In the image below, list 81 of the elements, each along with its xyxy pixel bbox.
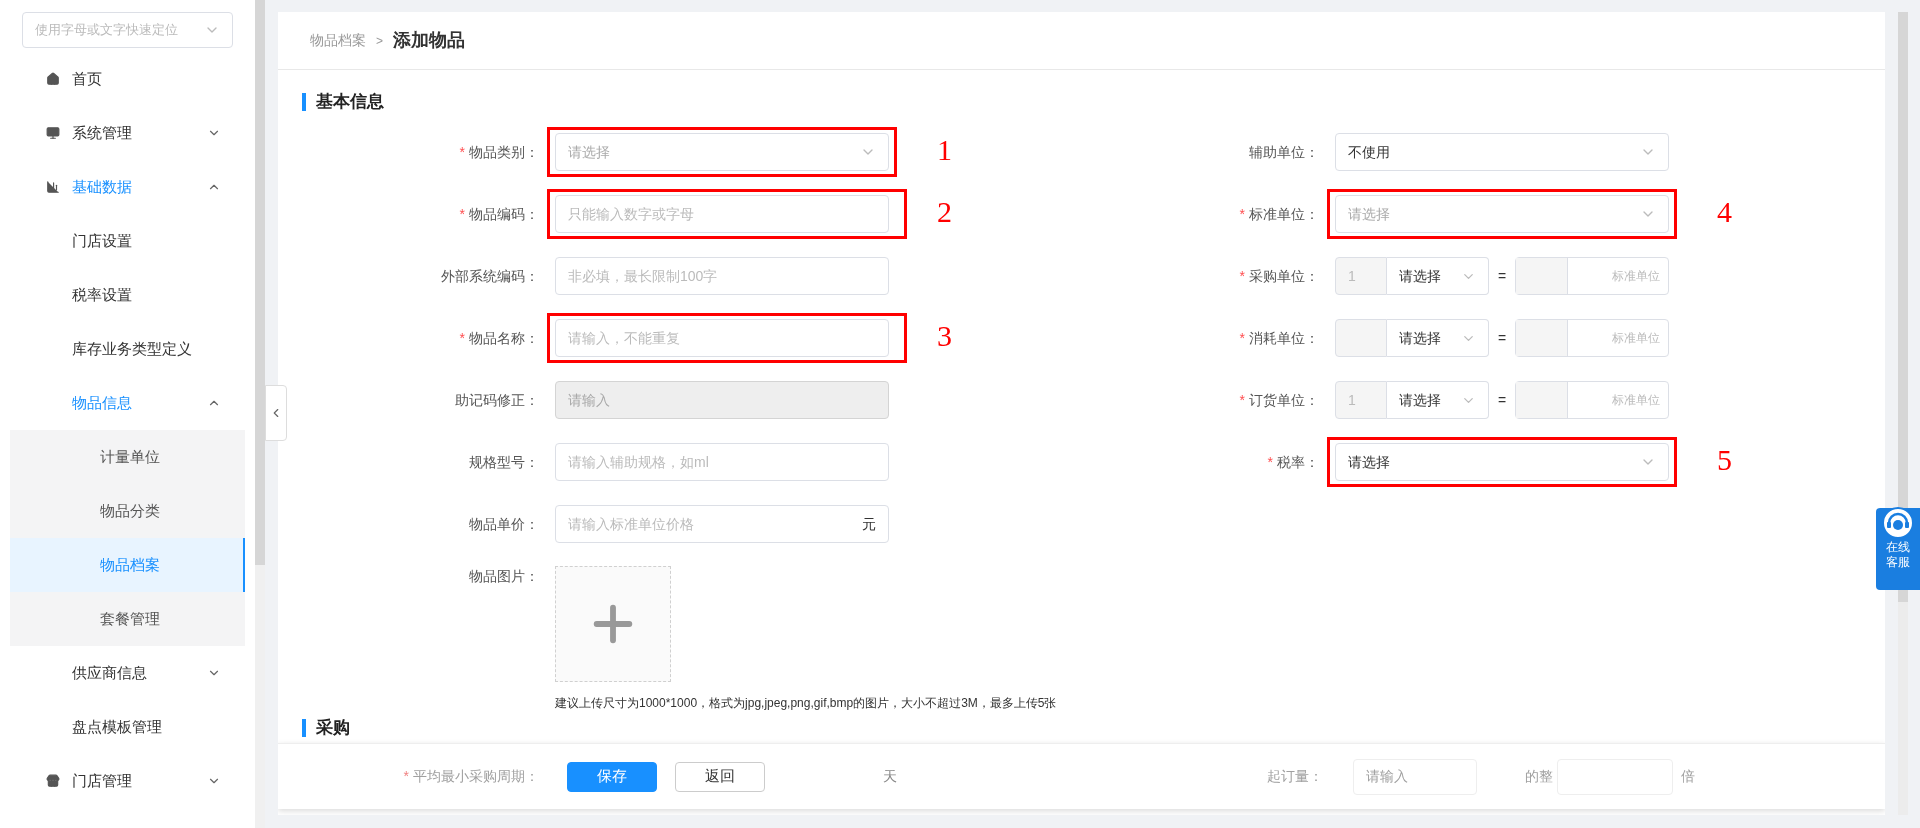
page-title: 添加物品 <box>393 29 465 52</box>
online-service-widget[interactable]: 在线 客服 <box>1876 508 1920 590</box>
scrollbar[interactable] <box>1897 12 1908 815</box>
back-button[interactable]: 返回 <box>675 761 765 792</box>
annotation-number: 4 <box>1717 197 1732 227</box>
required-mark: * <box>1239 204 1245 224</box>
field-label: 外部系统编码： <box>441 266 539 286</box>
field-label: 助记码修正： <box>455 390 539 410</box>
upload-hint: 建议上传尺寸为1000*1000，格式为jpg,jpeg,png,gif,bmp的图片，大小不超过3M，最多上传5张 <box>555 695 1057 712</box>
menu-icon <box>46 72 60 86</box>
equals-sign: = <box>1496 328 1508 348</box>
collapse-button[interactable] <box>265 385 287 441</box>
sidebar-item[interactable]: 套餐管理 <box>10 592 245 646</box>
breadcrumb-separator: > <box>376 32 383 50</box>
field-label: 辅助单位： <box>1249 142 1319 162</box>
sidebar-item[interactable]: 物品信息 <box>10 376 245 430</box>
breadcrumb-link[interactable]: 物品档案 <box>310 30 366 51</box>
annotation-number: 5 <box>1717 445 1732 475</box>
required-mark: * <box>1239 390 1245 410</box>
equals-sign: = <box>1496 390 1508 410</box>
field-label: 的整 <box>1525 767 1553 786</box>
service-label: 在线 <box>1886 540 1910 555</box>
field-label: 物品名称： <box>469 328 539 348</box>
required-mark: * <box>1239 266 1245 286</box>
equals-sign: = <box>1496 266 1508 286</box>
sidebar-item[interactable]: 物品档案 <box>10 538 245 592</box>
field-label: 采购单位： <box>1249 266 1319 286</box>
field-label: 物品编码： <box>469 204 539 224</box>
sidebar-item[interactable]: 供应商信息 <box>10 646 245 700</box>
section-title: 采购 <box>316 717 350 740</box>
field-label: 平均最小采购周期： <box>413 767 539 786</box>
sidebar-item[interactable]: 基础数据 <box>10 160 245 214</box>
scrollbar[interactable] <box>255 0 265 828</box>
required-mark: * <box>1267 452 1273 472</box>
section-title: 基本信息 <box>316 91 384 114</box>
sidebar-item[interactable]: 盘点模板管理 <box>10 700 245 754</box>
menu-icon <box>46 180 60 194</box>
unit-select[interactable]: 请选择 <box>1387 319 1489 357</box>
save-button[interactable]: 保存 <box>567 761 657 792</box>
upload-box[interactable] <box>555 566 671 682</box>
required-mark: * <box>459 142 465 162</box>
field-label: 标准单位： <box>1249 204 1319 224</box>
input-field[interactable]: 请输入 <box>1353 758 1477 795</box>
field-label: 税率： <box>1277 452 1319 472</box>
field-label: 起订量： <box>1266 767 1324 786</box>
required-mark: * <box>459 328 465 348</box>
select-field[interactable]: 请选择 <box>1335 443 1669 481</box>
headset-icon <box>1881 506 1915 540</box>
sidebar-item[interactable]: 计量单位 <box>10 430 245 484</box>
field-label: 物品图片： <box>469 566 539 586</box>
unit-suffix: 元 <box>862 514 876 534</box>
sidebar-item[interactable]: 系统管理 <box>10 106 245 160</box>
unit-suffix: 倍 <box>1681 767 1695 786</box>
unit-select[interactable]: 请选择 <box>1387 381 1489 419</box>
service-label: 客服 <box>1886 555 1910 570</box>
sidebar-item[interactable]: 物品分类 <box>10 484 245 538</box>
required-mark: * <box>1239 328 1245 348</box>
field-label: 物品类别： <box>469 142 539 162</box>
sidebar-item[interactable]: 税率设置 <box>10 268 245 322</box>
quantity-field[interactable] <box>1335 319 1387 357</box>
annotation-number: 1 <box>937 135 952 165</box>
required-mark: * <box>403 767 409 786</box>
field-label: 物品单价： <box>469 514 539 534</box>
required-mark: * <box>459 204 465 224</box>
sidebar-item[interactable]: 库存业务类型定义 <box>10 322 245 376</box>
annotation-number: 3 <box>937 321 952 351</box>
sidebar-item[interactable]: 门店设置 <box>10 214 245 268</box>
field-label: 消耗单位： <box>1249 328 1319 348</box>
menu-icon <box>46 774 60 788</box>
select-field[interactable]: 请选择 <box>555 133 889 171</box>
input-field[interactable]: 请输入标准单位价格 元 <box>555 505 889 543</box>
field-label: 规格型号： <box>469 452 539 472</box>
unit-select[interactable]: 请选择 <box>1387 257 1489 295</box>
select-field[interactable]: 不使用 <box>1335 133 1669 171</box>
annotation-number: 2 <box>937 197 952 227</box>
menu-icon <box>46 126 60 140</box>
sidebar-item[interactable]: 门店管理 <box>10 754 245 808</box>
field-label: 订货单位： <box>1249 390 1319 410</box>
unit-suffix: 天 <box>883 767 897 786</box>
select-field[interactable]: 请选择 <box>1335 195 1669 233</box>
sidebar-item[interactable]: 首页 <box>10 52 245 106</box>
